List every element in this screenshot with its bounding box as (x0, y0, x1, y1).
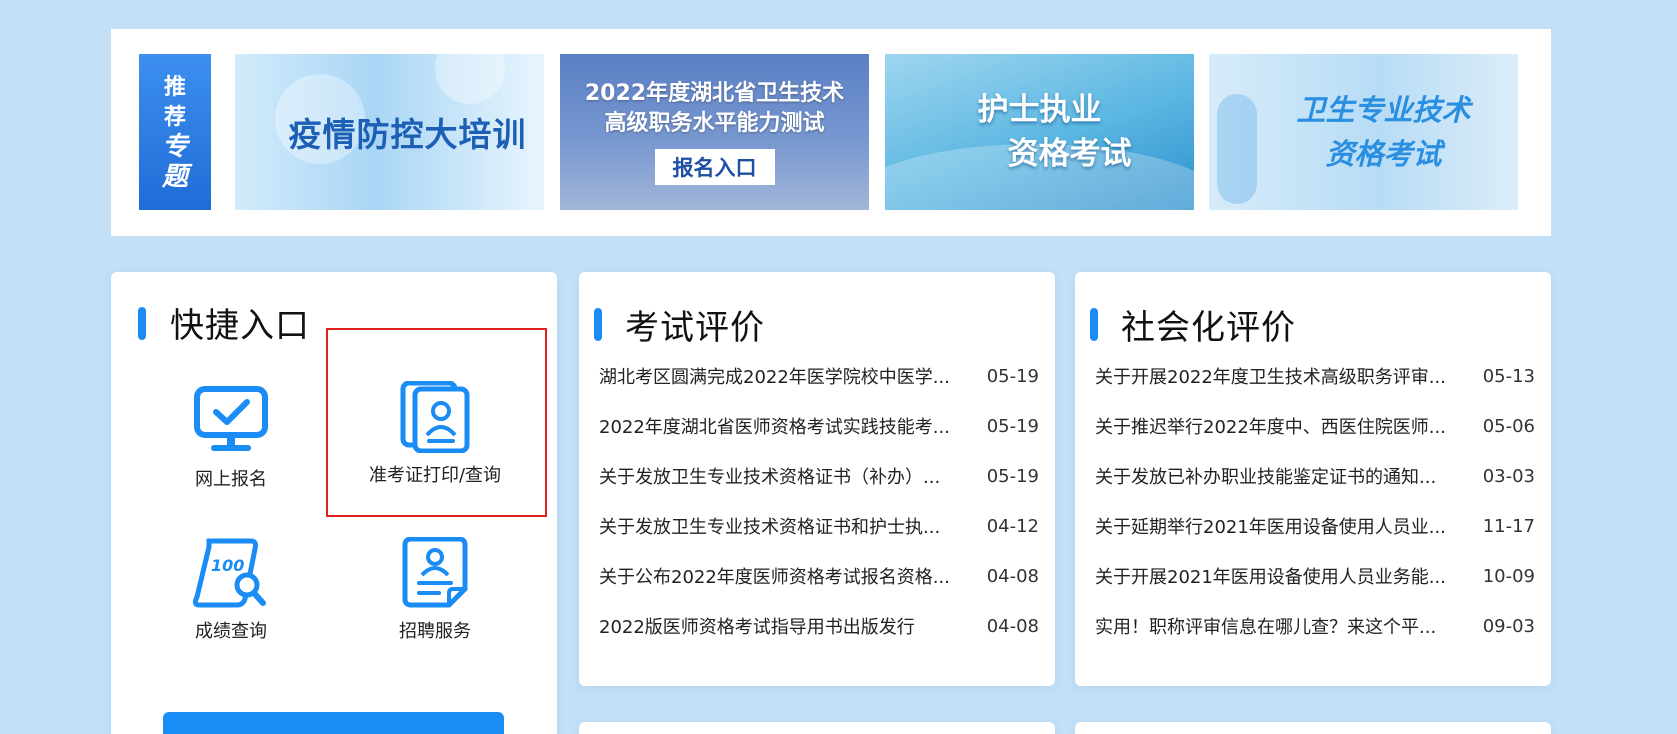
news-item[interactable]: 关于延期举行2021年医用设备使用人员业... 11-17 (1095, 501, 1535, 551)
resume-icon (402, 537, 468, 608)
banner-nurse-exam-line2: 资格考试 (1007, 136, 1132, 172)
quick-entry-title: 快捷入口 (170, 306, 310, 346)
banner-nurse-exam[interactable]: 护士执业 资格考试 (885, 54, 1194, 210)
tag-char-1: 推 (163, 74, 186, 100)
title-accent-bar (1090, 308, 1098, 341)
tag-char-4: 题 (161, 162, 188, 192)
banner-health-tech-exam[interactable]: 卫生专业技术 资格考试 (1209, 54, 1518, 210)
tag-char-2: 荐 (163, 104, 186, 130)
news-item[interactable]: 2022年度湖北省医师资格考试实践技能考... 05-19 (599, 401, 1039, 451)
online-registration-label: 网上报名 (195, 469, 267, 490)
news-item[interactable]: 2022版医师资格考试指导用书出版发行 04-08 (599, 601, 1039, 651)
news-item[interactable]: 湖北考区圆满完成2022年医学院校中医学... 05-19 (599, 351, 1039, 401)
score-query-link[interactable]: 100 成绩查询 (141, 537, 321, 667)
news-item[interactable]: 关于发放卫生专业技术资格证书和护士执... 04-12 (599, 501, 1039, 551)
title-accent-bar (594, 308, 602, 341)
next-card-left (579, 722, 1055, 734)
quick-entry-bottom-button[interactable] (163, 712, 504, 734)
score-query-label: 成绩查询 (195, 621, 267, 642)
news-item[interactable]: 实用！职称评审信息在哪儿查？来这个平... 09-03 (1095, 601, 1535, 651)
news-item[interactable]: 关于推迟举行2022年度中、西医住院医师... 05-06 (1095, 401, 1535, 451)
recruitment-service-label: 招聘服务 (399, 621, 471, 642)
news-item[interactable]: 关于发放卫生专业技术资格证书（补办）... 05-19 (599, 451, 1039, 501)
social-evaluation-card: 社会化评价 关于开展2022年度卫生技术高级职务评审... 05-13 关于推迟举… (1075, 272, 1551, 686)
featured-topics-tag: 推 荐 专 题 (139, 54, 211, 210)
banner-epidemic-training[interactable]: 疫情防控大培训 (235, 54, 544, 210)
exam-evaluation-card: 考试评价 湖北考区圆满完成2022年医学院校中医学... 05-19 2022年度… (579, 272, 1055, 686)
social-news-list: 关于开展2022年度卫生技术高级职务评审... 05-13 关于推迟举行2022年… (1095, 351, 1535, 651)
banner-senior-title-test[interactable]: 2022年度湖北省卫生技术 高级职务水平能力测试 报名入口 (560, 54, 869, 210)
monitor-check-icon (194, 386, 268, 451)
banner-nurse-exam-line1: 护士执业 (977, 92, 1102, 128)
news-item[interactable]: 关于开展2021年医用设备使用人员业务能... 10-09 (1095, 551, 1535, 601)
banner-epidemic-training-text: 疫情防控大培训 (288, 115, 527, 154)
banner-health-tech-line1: 卫生专业技术 (1296, 93, 1471, 127)
recruitment-service-link[interactable]: 招聘服务 (345, 537, 525, 667)
selection-highlight-box (326, 328, 547, 517)
next-card-right (1075, 722, 1551, 734)
social-evaluation-title: 社会化评价 (1121, 308, 1296, 348)
exam-news-list: 湖北考区圆满完成2022年医学院校中医学... 05-19 2022年度湖北省医师… (599, 351, 1039, 651)
svg-text:100: 100 (211, 556, 244, 575)
online-registration-link[interactable]: 网上报名 (141, 385, 321, 515)
news-item[interactable]: 关于公布2022年度医师资格考试报名资格... 04-08 (599, 551, 1039, 601)
featured-topics-strip: 推 荐 专 题 疫情防控大培训 2022年度湖北省卫生技术 高级职务水平能力测试… (111, 29, 1551, 236)
banner-senior-title-line2: 高级职务水平能力测试 (604, 111, 825, 136)
news-item[interactable]: 关于开展2022年度卫生技术高级职务评审... 05-13 (1095, 351, 1535, 401)
tag-char-3: 专 (161, 132, 188, 162)
banner-register-button[interactable]: 报名入口 (654, 149, 775, 185)
title-accent-bar (138, 307, 146, 340)
exam-evaluation-title: 考试评价 (625, 308, 765, 348)
score-search-icon: 100 (192, 538, 266, 608)
news-item[interactable]: 关于发放已补办职业技能鉴定证书的通知... 03-03 (1095, 451, 1535, 501)
banner-senior-title-line1: 2022年度湖北省卫生技术 (584, 81, 845, 106)
banner-health-tech-line2: 资格考试 (1325, 137, 1442, 171)
